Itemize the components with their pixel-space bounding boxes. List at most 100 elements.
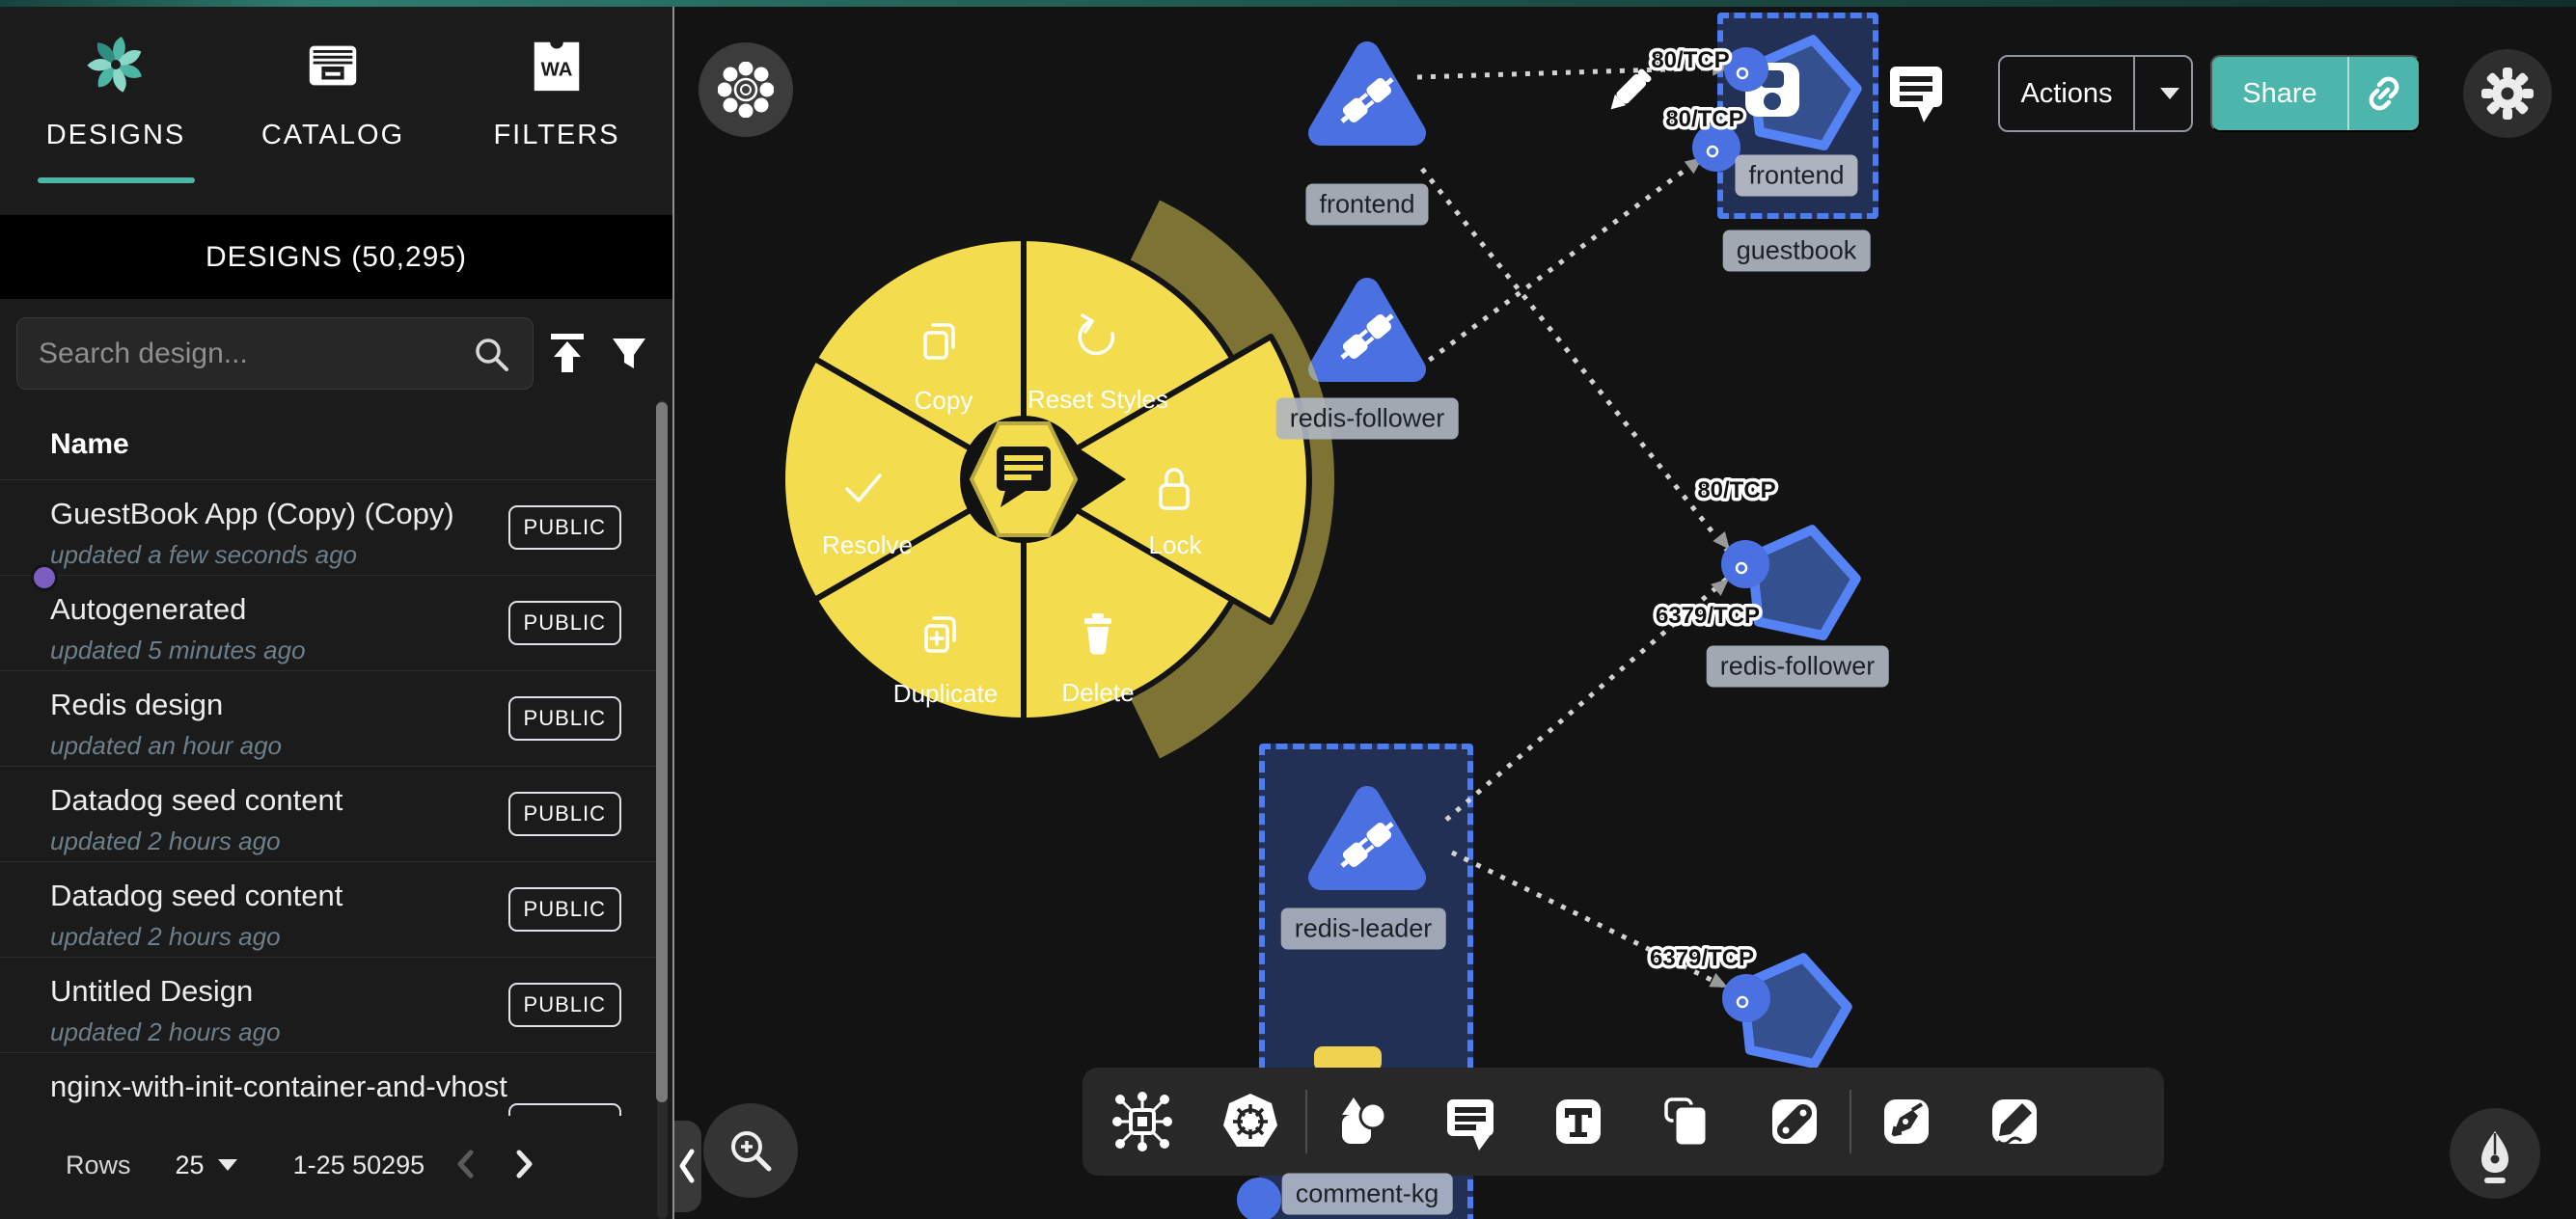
window-top-strip (0, 0, 2576, 7)
link-icon (2363, 72, 2405, 115)
edge-redisfollower-guestbook (1408, 158, 1701, 376)
search-icon (471, 334, 513, 381)
pen-nib-icon (2463, 1122, 2527, 1185)
sidebar: DESIGNS CATALOG WA FI (0, 0, 672, 1219)
label-redis-follower-deployment: redis-follower (1707, 646, 1889, 688)
next-page-button[interactable] (507, 1145, 540, 1186)
design-row[interactable]: GuestBook App (Copy) (Copy) updated a fe… (0, 479, 656, 575)
cluster-flower-button[interactable] (699, 42, 793, 137)
pie-label-copy: Copy (915, 386, 973, 415)
label-guestbook-frontend: frontend (1735, 155, 1857, 197)
design-row[interactable]: Datadog seed content updated 2 hours ago… (0, 766, 656, 861)
filter-funnel-button[interactable] (608, 332, 650, 377)
actions-button[interactable]: Actions (1998, 55, 2193, 132)
label-redis-leader-group: redis-leader (1281, 908, 1446, 950)
pie-label-resolve: Resolve (822, 530, 913, 559)
sidebar-scrollbar[interactable] (656, 402, 668, 1102)
shapes-tool-button[interactable] (1330, 1090, 1394, 1153)
note-tool-button[interactable] (1655, 1090, 1718, 1153)
visibility-badge: PUBLIC (508, 601, 621, 645)
port-comment-kg[interactable] (1237, 1178, 1281, 1219)
edge-label: 80/TCP (1697, 477, 1775, 503)
tab-filters-label: FILTERS (493, 120, 619, 150)
app-root: DESIGNS CATALOG WA FI (0, 0, 2576, 1219)
visibility-badge: PUBLIC (508, 983, 621, 1027)
upload-design-button[interactable] (545, 330, 589, 379)
design-name: nginx-with-init-container-and-vhost (50, 1070, 656, 1104)
pie-label-delete: Delete (1061, 678, 1134, 707)
tab-catalog[interactable]: CATALOG (256, 35, 410, 151)
column-header-name[interactable]: Name (50, 428, 129, 461)
catalog-icon (256, 35, 410, 95)
pie-label-reset: Reset Styles (1028, 385, 1168, 414)
note-icon (1655, 1090, 1718, 1153)
pencil-swirl-icon (1983, 1090, 2046, 1153)
text-icon (1547, 1090, 1610, 1153)
chevron-down-icon (2160, 88, 2179, 99)
component-tool-button[interactable] (1110, 1090, 1174, 1153)
design-row[interactable]: Untitled Design updated 2 hours ago PUBL… (0, 957, 656, 1052)
design-row[interactable]: Autogenerated updated 5 minutes ago PUBL… (0, 575, 656, 670)
kubernetes-icon (1219, 1090, 1282, 1153)
actions-dropdown[interactable] (2135, 88, 2191, 99)
visibility-badge: PUBLIC (508, 887, 621, 932)
label-guestbook-group: guestbook (1723, 230, 1871, 272)
node-redis-leader-service[interactable] (1321, 799, 1413, 878)
design-row[interactable]: nginx-with-init-container-and-vhost PUBL… (0, 1052, 656, 1116)
tab-filters[interactable]: WA FILTERS (480, 35, 634, 151)
tab-catalog-label: CATALOG (261, 120, 404, 150)
visibility-badge: PUBLIC (508, 1103, 621, 1116)
share-label: Share (2212, 78, 2347, 110)
gear-icon (2480, 67, 2535, 121)
shapes-icon (1330, 1090, 1394, 1153)
pen-nib-button[interactable] (2450, 1108, 2540, 1199)
pen-arrow-icon (1875, 1090, 1938, 1153)
chevron-left-icon (682, 1151, 692, 1180)
node-redis-follower-service[interactable] (1321, 290, 1413, 369)
toolbar-divider (1305, 1090, 1307, 1153)
label-frontend-service: frontend (1305, 184, 1428, 226)
freehand-draw-tool-button[interactable] (1983, 1090, 2046, 1153)
panel-title: DESIGNS (50,295) (0, 215, 672, 299)
chain-link-icon (1763, 1090, 1826, 1153)
visibility-badge: PUBLIC (508, 505, 621, 550)
design-row[interactable]: Redis design updated an hour ago PUBLIC (0, 670, 656, 766)
share-button[interactable]: Share (2210, 55, 2421, 132)
comment-tool-button[interactable] (1439, 1090, 1502, 1153)
node-frontend-service[interactable] (1321, 54, 1413, 133)
graph-layer: Copy Reset Styles Resolve Lock Duplicate… (674, 0, 2576, 1219)
zoom-in-button[interactable] (703, 1103, 798, 1198)
copy-link-button[interactable] (2349, 72, 2419, 115)
design-canvas[interactable]: Copy Reset Styles Resolve Lock Duplicate… (672, 0, 2576, 1219)
edge-label: 6379/TCP (1656, 603, 1760, 629)
prev-page-button[interactable] (450, 1145, 482, 1186)
rows-label: Rows (66, 1151, 131, 1180)
pie-label-duplicate: Duplicate (893, 679, 998, 708)
label-redis-follower-service: redis-follower (1276, 398, 1459, 440)
avatar (31, 564, 58, 591)
edit-pencil-icon[interactable] (1605, 68, 1653, 115)
actions-label: Actions (2000, 78, 2133, 110)
meshery-logo-icon (39, 35, 193, 95)
edges (1408, 68, 1729, 988)
pen-tool-button[interactable] (1875, 1090, 1938, 1153)
settings-button[interactable] (2463, 49, 2552, 138)
visibility-badge: PUBLIC (508, 696, 621, 741)
search-input[interactable] (16, 317, 534, 390)
collapse-sidebar-button[interactable] (672, 1121, 701, 1212)
edge-label: 6379/TCP (1650, 945, 1754, 971)
active-tab-underline (38, 177, 195, 183)
edge-frontend-redisfollower (1422, 169, 1729, 553)
text-tool-button[interactable] (1547, 1090, 1610, 1153)
comment-icon[interactable] (1890, 67, 1942, 122)
visibility-badge: PUBLIC (508, 792, 621, 836)
kubernetes-tool-button[interactable] (1219, 1090, 1282, 1153)
toolbar-divider (1850, 1090, 1851, 1153)
tab-designs[interactable]: DESIGNS (39, 35, 193, 151)
relationship-tool-button[interactable] (1763, 1090, 1826, 1153)
edge-label: 80/TCP (1665, 106, 1743, 132)
zoom-in-icon (723, 1123, 779, 1178)
design-row[interactable]: Datadog seed content updated 2 hours ago… (0, 861, 656, 957)
rows-per-page-select[interactable]: 25 (176, 1151, 237, 1180)
pie-menu: Copy Reset Styles Resolve Lock Duplicate… (782, 201, 1334, 759)
